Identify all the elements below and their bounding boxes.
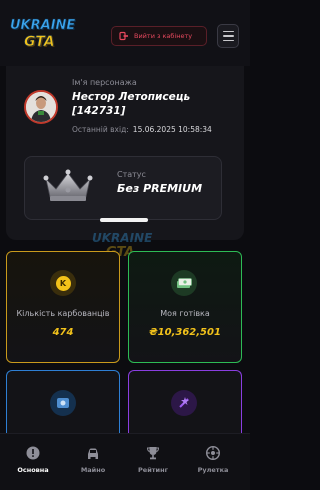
cash-tile[interactable]: [128, 251, 242, 363]
cash-value: ₴10,362,501: [149, 327, 221, 338]
nav-label-property: Майно: [80, 466, 106, 474]
character-name-label: Ім'я персонажа: [72, 78, 137, 87]
nav-label-main: Основна: [17, 466, 49, 474]
karbovanets-coin-icon: K: [50, 270, 76, 296]
nav-item-main[interactable]: Основна: [2, 434, 64, 490]
status-label: Статус: [117, 170, 146, 179]
exit-icon: [119, 31, 128, 41]
car-icon: [88, 448, 98, 459]
crown-icon: [43, 169, 93, 201]
exit-cabinet-button[interactable]: Вийти з кабінету: [111, 26, 207, 46]
menu-line-icon: [222, 39, 234, 42]
top-header: UKRAINE GTA Вийти з кабінету: [0, 0, 250, 66]
coin-glyph: K: [55, 275, 71, 291]
bottom-navigation: Основна Майно Рейтинг Рулетка: [0, 433, 250, 490]
status-indicator-bar: [100, 218, 148, 222]
bank-card-icon: [50, 390, 76, 416]
star-ticket-icon: [171, 390, 197, 416]
last-login: Останній вхід: 15.06.2025 10:58:34: [72, 125, 212, 134]
cash-label: Моя готівка: [160, 309, 210, 318]
last-login-label: Останній вхід:: [72, 125, 129, 134]
info-icon: [26, 446, 40, 460]
nav-item-property[interactable]: Майно: [62, 434, 124, 490]
nav-item-rating[interactable]: Рейтинг: [122, 434, 184, 490]
ukraine-gta-logo[interactable]: UKRAINE GTA: [10, 18, 76, 52]
last-login-value: 15.06.2025 10:58:34: [132, 125, 212, 134]
character-avatar: [24, 90, 58, 124]
trophy-icon: [146, 447, 160, 460]
watermark-line1: UKRAINE: [92, 231, 153, 245]
menu-line-icon: [222, 35, 234, 37]
star-icon: [179, 397, 189, 408]
card-icon: [57, 398, 69, 408]
karbovantsi-tile[interactable]: [6, 251, 120, 363]
karbovantsi-label: Кількість карбованців: [16, 309, 110, 318]
logo-text-line1: UKRAINE: [10, 18, 76, 34]
karbovantsi-value: 474: [52, 327, 74, 338]
avatar-portrait-icon: [26, 92, 56, 122]
cash-icon: [171, 270, 197, 296]
nav-item-roulette[interactable]: Рулетка: [182, 434, 244, 490]
nav-label-rating: Рейтинг: [138, 466, 168, 474]
menu-line-icon: [222, 30, 234, 33]
hamburger-menu-button[interactable]: [217, 24, 239, 48]
logo-text-line2: GTA: [24, 34, 55, 51]
status-value: Без PREMIUM: [117, 182, 203, 195]
roulette-icon: [206, 446, 220, 460]
nav-label-roulette: Рулетка: [197, 466, 229, 474]
character-name: Нестор Летописець [142731]: [72, 91, 191, 117]
banknotes-icon: [177, 278, 192, 288]
exit-cabinet-label: Вийти з кабінету: [134, 32, 193, 40]
